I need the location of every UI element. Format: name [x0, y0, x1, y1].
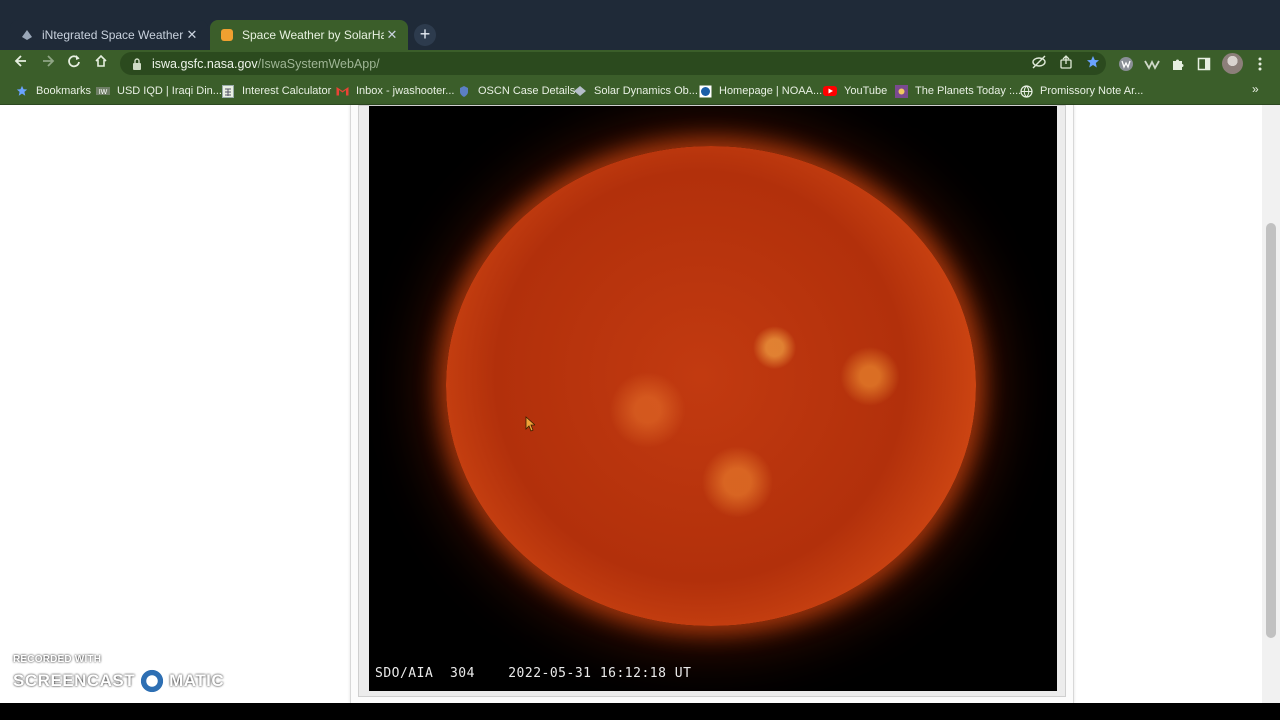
new-tab-button[interactable]: + [414, 24, 436, 46]
mouse-cursor-icon [525, 416, 535, 432]
solarham-tab-icon [220, 28, 234, 42]
watermark-logo: SCREENCAST MATIC [13, 667, 224, 695]
reload-icon[interactable] [63, 53, 85, 75]
bookmark-item[interactable]: The Planets Today :... [894, 82, 1021, 100]
window-bottom-edge [0, 703, 1280, 720]
currency-icon: IW [96, 84, 110, 98]
profile-avatar[interactable] [1222, 53, 1243, 74]
extension-w-icon[interactable] [1116, 54, 1136, 74]
lock-icon[interactable] [130, 57, 144, 71]
url-host: iswa.gsfc.nasa.gov [152, 56, 258, 71]
tab-iswa[interactable]: iNtegrated Space Weather Analy ✕ [10, 20, 208, 50]
planets-icon [894, 84, 908, 98]
bookmark-label: Promissory Note Ar... [1040, 85, 1144, 97]
bookmark-item[interactable]: Homepage | NOAA... [698, 82, 822, 100]
bookmark-label: The Planets Today :... [915, 85, 1022, 97]
puzzle-extensions-icon[interactable] [1168, 54, 1188, 74]
tab-title: iNtegrated Space Weather Analy [42, 28, 184, 42]
bookmarks-overflow-button[interactable]: » [1252, 82, 1259, 96]
bookmark-label: Homepage | NOAA... [719, 85, 823, 97]
bookmark-label: Solar Dynamics Ob... [594, 85, 698, 97]
tab-strip: iNtegrated Space Weather Analy ✕ Space W… [0, 0, 1280, 50]
image-frame: SDO/AIA 304 2022-05-31 16:12:18 UT [358, 105, 1066, 697]
watermark-part2: MATIC [169, 671, 225, 690]
noaa-icon [698, 84, 712, 98]
screencast-lens-icon [138, 667, 167, 695]
extension-wave-icon[interactable] [1142, 54, 1162, 74]
bookmark-item[interactable]: Bookmarks [15, 82, 91, 100]
svg-text:IW: IW [99, 89, 108, 96]
bookmark-label: Inbox - jwashooter... [356, 85, 455, 97]
content-panel: SDO/AIA 304 2022-05-31 16:12:18 UT [350, 105, 1074, 703]
globe-icon [1019, 84, 1033, 98]
bookmark-item[interactable]: IW USD IQD | Iraqi Din... [96, 82, 222, 100]
watermark-recorded-with: RECORDED WITH [13, 654, 102, 665]
bookmark-label: Bookmarks [36, 85, 92, 97]
bookmark-item[interactable]: Solar Dynamics Ob... [573, 82, 698, 100]
image-caption: SDO/AIA 304 2022-05-31 16:12:18 UT [375, 666, 692, 681]
close-icon[interactable]: ✕ [384, 27, 400, 43]
scrollbar-thumb[interactable] [1266, 223, 1276, 638]
forward-icon[interactable] [37, 53, 59, 75]
watermark-part1: SCREENCAST [13, 671, 136, 690]
star-icon [15, 84, 29, 98]
bookmark-label: YouTube [844, 85, 888, 97]
gmail-icon [335, 84, 349, 98]
more-menu-icon[interactable] [1250, 54, 1270, 74]
tab-solarham[interactable]: Space Weather by SolarHam ✕ [210, 20, 408, 50]
share-icon[interactable] [1057, 53, 1075, 71]
url-text[interactable]: iswa.gsfc.nasa.gov/IswaSystemWebApp/ [152, 57, 380, 71]
sdo-icon [573, 84, 587, 98]
tracking-blocked-icon[interactable] [1030, 53, 1048, 71]
screencast-watermark: RECORDED WITH SCREENCAST MATIC [13, 654, 224, 695]
sdo-solar-image: SDO/AIA 304 2022-05-31 16:12:18 UT [369, 106, 1057, 691]
close-icon[interactable]: ✕ [184, 27, 200, 43]
oscn-icon [457, 84, 471, 98]
bookmark-label: OSCN Case Details [478, 85, 576, 97]
bookmark-star-icon[interactable] [1084, 53, 1102, 71]
sun-disk [446, 146, 976, 626]
bookmark-item[interactable]: Interest Calculator [221, 82, 331, 100]
calculator-icon [221, 84, 235, 98]
url-path: /IswaSystemWebApp/ [257, 56, 380, 71]
home-icon[interactable] [90, 53, 112, 75]
bookmark-item[interactable]: YouTube [823, 82, 887, 100]
address-bar[interactable]: iswa.gsfc.nasa.gov/IswaSystemWebApp/ [120, 52, 1106, 75]
bookmark-item[interactable]: Inbox - jwashooter... [335, 82, 454, 100]
tab-title: Space Weather by SolarHam [242, 28, 384, 42]
page-scrollbar[interactable] [1262, 105, 1280, 703]
bookmark-label: USD IQD | Iraqi Din... [117, 85, 222, 97]
bookmark-item[interactable]: OSCN Case Details [457, 82, 575, 100]
side-panel-icon[interactable] [1194, 54, 1214, 74]
bookmarks-bar: Bookmarks IW USD IQD | Iraqi Din... Inte… [0, 77, 1280, 105]
bookmark-item[interactable]: Promissory Note Ar... [1019, 82, 1143, 100]
browser-toolbar: iswa.gsfc.nasa.gov/IswaSystemWebApp/ [0, 50, 1280, 77]
back-icon[interactable] [10, 53, 32, 75]
youtube-icon [823, 84, 837, 98]
nasa-tab-icon [20, 28, 34, 42]
bookmark-label: Interest Calculator [242, 85, 332, 97]
page-content: SDO/AIA 304 2022-05-31 16:12:18 UT [0, 105, 1262, 703]
